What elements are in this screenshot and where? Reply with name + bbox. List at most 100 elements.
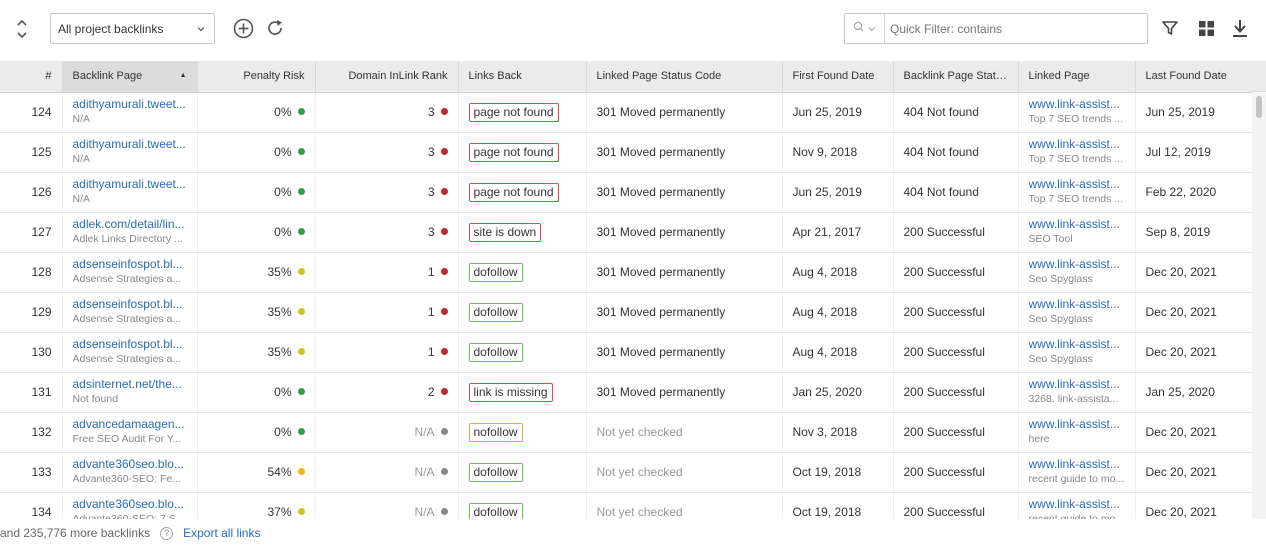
linked-page-link[interactable]: www.link-assist... <box>1029 337 1125 352</box>
column-header-first-found-date[interactable]: First Found Date <box>782 61 894 93</box>
links-back-cell: dofollow <box>458 292 587 333</box>
last-found-date-cell: Dec 20, 2021 <box>1135 292 1253 333</box>
help-icon[interactable]: ? <box>160 526 174 540</box>
column-header-number[interactable]: # <box>0 61 63 93</box>
table-row[interactable]: 124 adithyamurali.tweet... N/A 0% 3 page not … <box>0 92 1253 133</box>
row-number: 132 <box>0 412 63 453</box>
linked-page-anchor: Top 7 SEO trends ... <box>1028 153 1124 165</box>
column-header-backlink-page-status[interactable]: Backlink Page Statu... <box>893 61 1019 93</box>
backlink-page-cell: adlek.com/detail/lin... Adlek Links Direc… <box>62 212 198 253</box>
column-header-last-found-date[interactable]: Last Found Date <box>1135 61 1253 93</box>
column-header-linked-page[interactable]: Linked Page <box>1018 61 1136 93</box>
first-found-date-cell: Aug 4, 2018 <box>782 292 894 333</box>
rank-status-dot-icon <box>440 428 448 436</box>
backlink-page-link[interactable]: advante360seo.blo... <box>73 497 187 512</box>
add-circle-icon[interactable] <box>232 17 254 39</box>
linked-page-link[interactable]: www.link-assist... <box>1029 457 1125 472</box>
quick-filter[interactable] <box>844 13 1148 44</box>
domain-rank-cell: 1 <box>315 332 459 373</box>
linked-page-link[interactable]: www.link-assist... <box>1029 177 1125 192</box>
backlink-page-link[interactable]: advancedamaagen... <box>73 417 187 432</box>
linked-page-link[interactable]: www.link-assist... <box>1029 217 1125 232</box>
penalty-risk-cell: 0% <box>197 372 316 413</box>
linked-page-link[interactable]: www.link-assist... <box>1029 97 1125 112</box>
table-row[interactable]: 134 advante360seo.blo... Advante360-SEO: 7… <box>0 492 1253 519</box>
backlink-page-status-cell: 200 Successful <box>893 492 1019 519</box>
links-back-badge: dofollow <box>468 302 523 322</box>
row-number: 131 <box>0 372 63 413</box>
search-icon <box>853 21 867 36</box>
table-row[interactable]: 126 adithyamurali.tweet... N/A 0% 3 page not … <box>0 172 1253 213</box>
filter-funnel-icon[interactable] <box>1159 17 1181 39</box>
last-found-date-cell: Sep 8, 2019 <box>1135 212 1253 253</box>
column-header-backlink-page[interactable]: Backlink Page ▲ <box>62 61 198 93</box>
backlink-page-link[interactable]: adlek.com/detail/lin... <box>73 217 187 232</box>
download-icon[interactable] <box>1229 17 1251 39</box>
last-found-date-cell: Dec 20, 2021 <box>1135 332 1253 373</box>
column-header-links-back[interactable]: Links Back <box>458 61 587 93</box>
penalty-risk-cell: 35% <box>197 332 316 373</box>
column-header-linked-page-status-code[interactable]: Linked Page Status Code <box>586 61 783 93</box>
expand-collapse-icon[interactable] <box>12 16 32 42</box>
last-found-date-cell: Feb 22, 2020 <box>1135 172 1253 213</box>
column-header-penalty-risk[interactable]: Penalty Risk <box>197 61 316 93</box>
table-row[interactable]: 127 adlek.com/detail/lin... Adlek Links Di… <box>0 212 1253 253</box>
linked-page-link[interactable]: www.link-assist... <box>1029 297 1125 312</box>
linked-page-link[interactable]: www.link-assist... <box>1029 137 1125 152</box>
links-back-cell: dofollow <box>458 452 587 493</box>
export-all-links-link[interactable]: Export all links <box>183 526 260 540</box>
backlink-page-link[interactable]: adithyamurali.tweet... <box>73 137 187 152</box>
backlink-page-link[interactable]: adithyamurali.tweet... <box>73 177 187 192</box>
backlink-page-link[interactable]: adsenseinfospot.bl... <box>73 257 187 272</box>
backlink-page-link[interactable]: adsenseinfospot.bl... <box>73 297 187 312</box>
table-row[interactable]: 129 adsenseinfospot.bl... Adsense Strategi… <box>0 292 1253 333</box>
backlink-page-link[interactable]: advante360seo.blo... <box>73 457 187 472</box>
table-row[interactable]: 130 adsenseinfospot.bl... Adsense Strategi… <box>0 332 1253 373</box>
links-back-cell: page not found <box>458 132 587 173</box>
linked-page-status-cell: 301 Moved permanently <box>586 332 783 373</box>
first-found-date-cell: Oct 19, 2018 <box>782 452 894 493</box>
rank-status-dot-icon <box>440 348 448 356</box>
backlink-page-link[interactable]: adsenseinfospot.bl... <box>73 337 187 352</box>
penalty-risk-value: 0% <box>274 385 292 399</box>
linked-page-status-cell: 301 Moved permanently <box>586 92 783 133</box>
quick-filter-input[interactable] <box>885 14 1147 43</box>
linked-page-link[interactable]: www.link-assist... <box>1029 417 1125 432</box>
vertical-scrollbar[interactable] <box>1252 92 1266 519</box>
grid-layout-icon[interactable] <box>1195 17 1217 39</box>
first-found-date-cell: Oct 19, 2018 <box>782 492 894 519</box>
links-back-badge: site is down <box>468 222 542 242</box>
linked-page-link[interactable]: www.link-assist... <box>1029 257 1125 272</box>
penalty-risk-value: 0% <box>274 105 292 119</box>
linked-page-status-cell: Not yet checked <box>586 452 783 493</box>
linked-page-link[interactable]: www.link-assist... <box>1029 377 1125 392</box>
domain-rank-value: 3 <box>427 145 435 159</box>
table-row[interactable]: 133 advante360seo.blo... Advante360-SEO: F… <box>0 452 1253 493</box>
table-row[interactable]: 132 advancedamaagen... Free SEO Audit For … <box>0 412 1253 453</box>
scrollbar-thumb[interactable] <box>1256 96 1262 118</box>
refresh-icon[interactable] <box>264 17 286 39</box>
links-back-badge: page not found <box>468 182 559 202</box>
risk-status-dot-icon <box>297 228 305 236</box>
backlink-page-link[interactable]: adsinternet.net/the... <box>73 377 187 392</box>
linked-page-link[interactable]: www.link-assist... <box>1029 497 1125 512</box>
backlink-page-cell: adsenseinfospot.bl... Adsense Strategies … <box>62 292 198 333</box>
backlink-page-link[interactable]: adithyamurali.tweet... <box>73 97 187 112</box>
penalty-risk-value: 35% <box>267 305 292 319</box>
links-back-badge: dofollow <box>468 462 523 482</box>
links-back-badge: page not found <box>468 142 559 162</box>
table-row[interactable]: 125 adithyamurali.tweet... N/A 0% 3 page not … <box>0 132 1253 173</box>
linked-page-anchor: 3268. link-assista... <box>1028 393 1119 405</box>
table-row[interactable]: 128 adsenseinfospot.bl... Adsense Strategi… <box>0 252 1253 293</box>
linked-page-status-cell: 301 Moved permanently <box>586 132 783 173</box>
rank-status-dot-icon <box>440 228 448 236</box>
penalty-risk-value: 0% <box>274 425 292 439</box>
backlinks-scope-select[interactable]: All project backlinks <box>50 13 215 44</box>
filter-search-dropdown[interactable] <box>845 14 885 43</box>
chevron-down-icon <box>867 22 876 36</box>
backlink-page-title: N/A <box>72 153 91 165</box>
last-found-date-cell: Dec 20, 2021 <box>1135 452 1253 493</box>
risk-status-dot-icon <box>297 388 305 396</box>
table-row[interactable]: 131 adsinternet.net/the... Not found 0% 2 lin… <box>0 372 1253 413</box>
column-header-domain-inlink-rank[interactable]: Domain InLink Rank <box>315 61 459 93</box>
